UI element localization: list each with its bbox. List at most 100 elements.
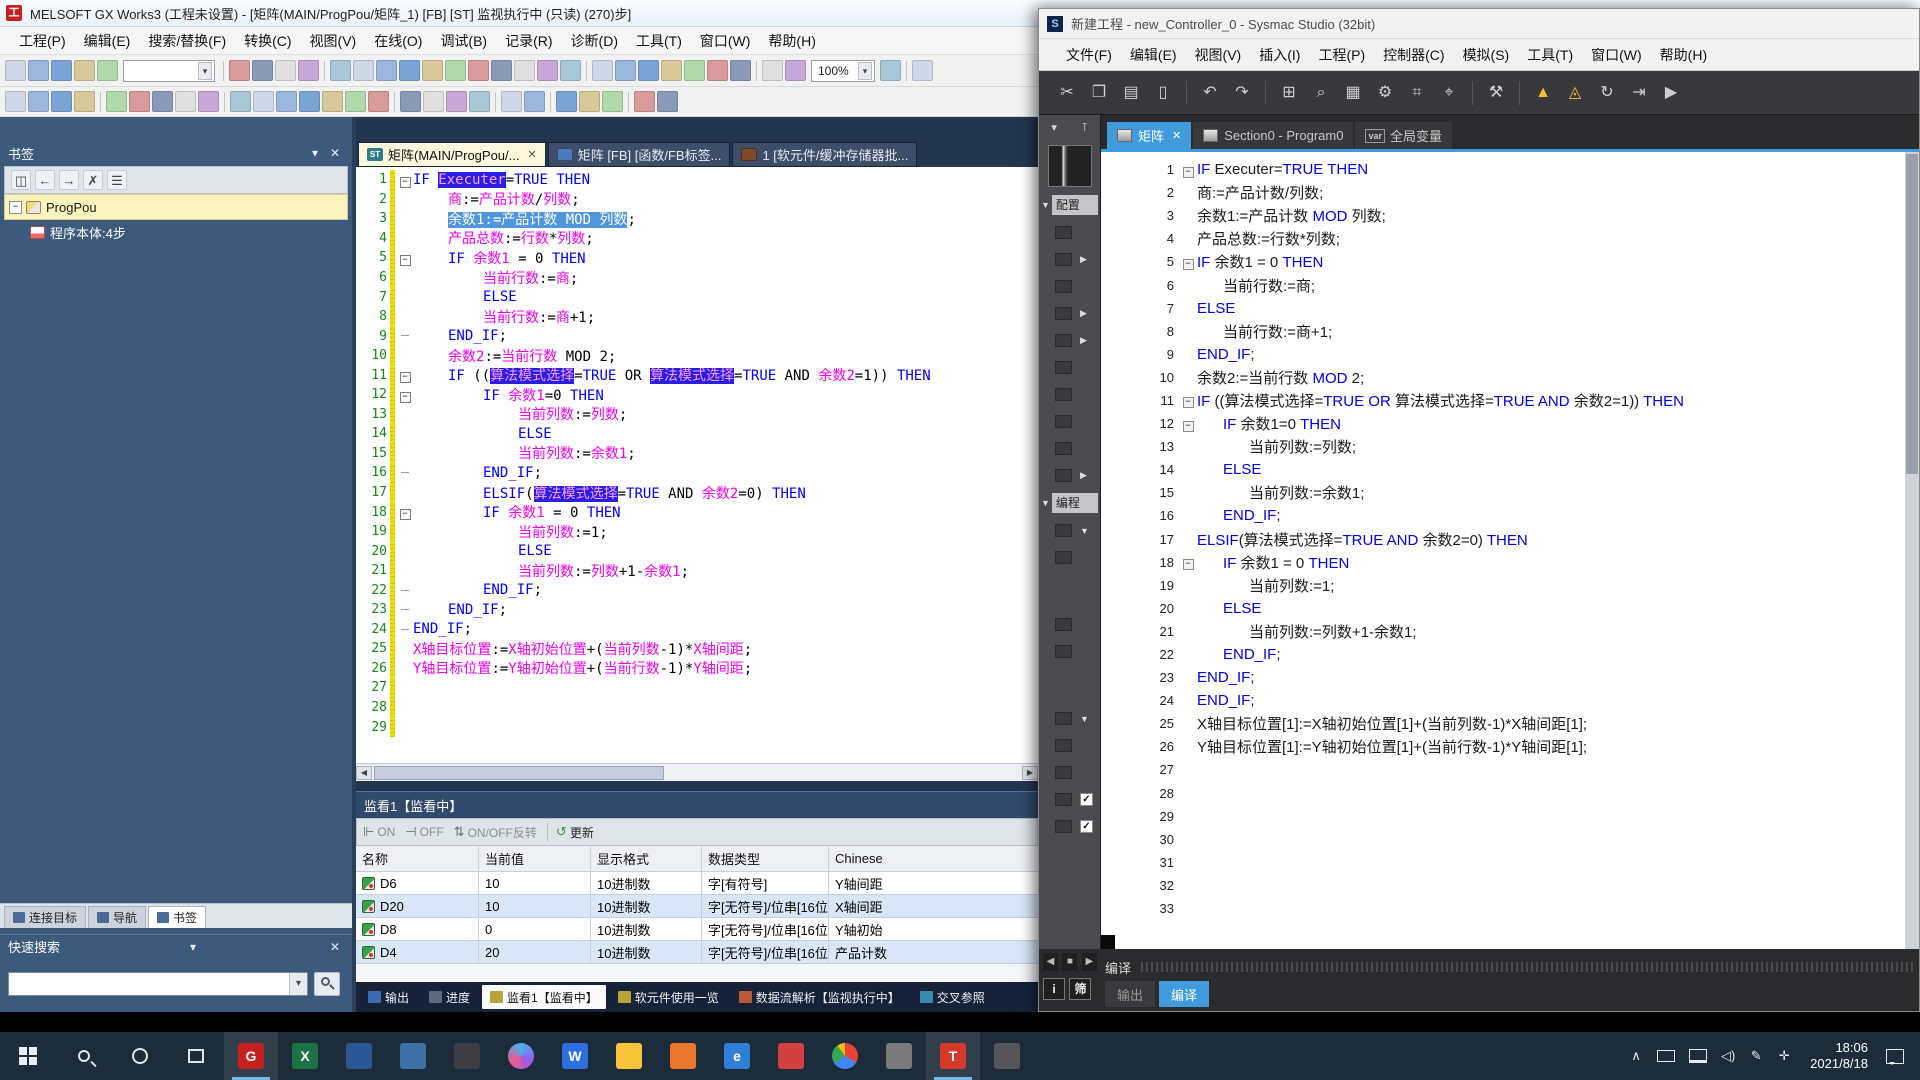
gx-menu-item[interactable]: 视图(V) <box>301 27 366 55</box>
fold-marker[interactable]: − <box>397 366 413 384</box>
quick-search-input[interactable]: ▾ <box>8 972 308 996</box>
rail-item[interactable] <box>1039 732 1100 759</box>
taskbar-search-button[interactable] <box>56 1032 112 1080</box>
sysmac-titlebar[interactable]: S 新建工程 - new_Controller_0 - Sysmac Studi… <box>1039 9 1919 39</box>
rail-item[interactable] <box>1039 381 1100 408</box>
gx-toolbar-icon[interactable] <box>152 91 173 112</box>
step-icon[interactable]: ⇥ <box>1626 80 1652 106</box>
sysmac-vertical-scrollbar[interactable] <box>1905 152 1919 949</box>
gx-menu-item[interactable]: 编辑(E) <box>75 27 140 55</box>
output-tab[interactable]: 监看1【监看中】 <box>482 985 606 1009</box>
gx-menu-item[interactable]: 调试(B) <box>431 27 496 55</box>
gx-toolbar-icon[interactable] <box>762 60 783 81</box>
rail-item[interactable] <box>1039 408 1100 435</box>
gx-toolbar-icon[interactable] <box>514 60 535 81</box>
watch-invert-button[interactable]: ⇅ON/OFF反转 <box>454 824 537 841</box>
sysmac-menu-item[interactable]: 插入(I) <box>1250 41 1309 69</box>
fold-marker[interactable]: − <box>1179 415 1197 433</box>
gx-toolbar-icon[interactable] <box>446 91 467 112</box>
gx-menu-item[interactable]: 转换(C) <box>235 27 300 55</box>
gx-toolbar-icon[interactable] <box>175 91 196 112</box>
taskbar-app-image-viewer[interactable] <box>386 1032 440 1080</box>
sort-icon[interactable]: ☰ <box>107 170 127 190</box>
sysmac-menu-item[interactable]: 编辑(E) <box>1121 41 1186 69</box>
rail-item[interactable]: ✓ <box>1039 813 1100 840</box>
column-header[interactable]: 显示格式 <box>591 846 702 871</box>
column-header[interactable]: 数据类型 <box>702 846 829 871</box>
build-tab-编译[interactable]: 编译 <box>1159 981 1209 1007</box>
settings-icon[interactable]: ⚙ <box>1372 80 1398 106</box>
gx-toolbar-icon[interactable] <box>5 60 26 81</box>
gx-toolbar-icon[interactable] <box>634 91 655 112</box>
start-button[interactable] <box>0 1032 56 1080</box>
paste-icon[interactable]: ▤ <box>1118 80 1144 106</box>
gx-toolbar-icon[interactable] <box>524 91 545 112</box>
dock-tab-item[interactable]: 导航 <box>88 906 146 928</box>
delete-bookmark-icon[interactable]: ✗ <box>83 170 103 190</box>
pin-icon[interactable]: ▾ <box>184 940 202 954</box>
watch-row[interactable]: D61010进制数字[有符号]Y轴间距 <box>356 872 1038 895</box>
sysmac-editor-tab[interactable]: Section0 - Program0 <box>1193 122 1353 149</box>
close-icon[interactable]: ✕ <box>1172 129 1181 142</box>
gx-toolbar-icon[interactable] <box>399 60 420 81</box>
gx-toolbar-icon[interactable] <box>501 91 522 112</box>
search-icon[interactable]: ⌕ <box>1308 80 1334 106</box>
dock-tab-active[interactable]: 书签 <box>148 906 206 928</box>
gx-toolbar-icon[interactable] <box>51 91 72 112</box>
dropdown-arrow-icon[interactable]: ▾ <box>289 973 307 995</box>
network-icon[interactable] <box>1689 1049 1707 1063</box>
close-icon[interactable]: ✕ <box>527 148 536 161</box>
nav-right-icon[interactable]: ▶ <box>1082 953 1097 971</box>
taskbar-app-wps-office[interactable]: W <box>548 1032 602 1080</box>
variables-icon[interactable]: ⌗ <box>1404 80 1430 106</box>
gx-toolbar-icon[interactable] <box>560 60 581 81</box>
tree-item-program-body[interactable]: 程序本体:4步 <box>4 220 348 244</box>
rail-item[interactable] <box>1039 219 1100 246</box>
taskbar-app-app-grid[interactable] <box>872 1032 926 1080</box>
collapse-icon[interactable]: − <box>9 201 22 214</box>
gx-toolbar-icon[interactable] <box>299 91 320 112</box>
dropdown-arrow-icon[interactable]: ▾ <box>858 62 872 80</box>
rail-item[interactable]: ▼ <box>1039 517 1100 544</box>
forward-icon[interactable]: → <box>59 170 79 190</box>
gx-menu-item[interactable]: 记录(R) <box>496 27 561 55</box>
editor-tab[interactable]: ST矩阵(MAIN/ProgPou/...✕ <box>358 142 546 167</box>
controller-thumbnail[interactable] <box>1048 145 1092 187</box>
tray-chevron-icon[interactable]: ∧ <box>1622 1048 1650 1064</box>
gx-toolbar-icon[interactable] <box>661 60 682 81</box>
rail-item[interactable]: ▶ <box>1039 462 1100 489</box>
zoom-level-select[interactable]: 100%▾ <box>811 60 875 82</box>
pin-icon[interactable]: ▾ <box>306 146 324 160</box>
checked-checkbox[interactable]: ✓ <box>1080 793 1093 806</box>
delete-icon[interactable]: ▯ <box>1150 80 1176 106</box>
build-icon[interactable]: ⚒ <box>1483 80 1509 106</box>
output-tab[interactable]: 数据流解析【监视执行中】 <box>731 985 908 1009</box>
gx-toolbar-icon[interactable] <box>276 91 297 112</box>
expand-down-icon[interactable]: ▼ <box>1080 714 1089 724</box>
taskbar-app-excel[interactable]: X <box>278 1032 332 1080</box>
toolbar-combobox[interactable]: ▾ <box>123 60 215 82</box>
gx-toolbar-icon[interactable] <box>230 91 251 112</box>
taskbar-app-edge-browser[interactable]: e <box>710 1032 764 1080</box>
gx-toolbar-icon[interactable] <box>912 60 933 81</box>
gx-toolbar-icon[interactable] <box>469 91 490 112</box>
gx-toolbar-icon[interactable] <box>638 60 659 81</box>
gx-toolbar-icon[interactable] <box>28 91 49 112</box>
gx-toolbar-icon[interactable] <box>537 60 558 81</box>
taskbar-app-media-app[interactable] <box>440 1032 494 1080</box>
gx-toolbar-icon[interactable] <box>422 60 443 81</box>
gx-toolbar-icon[interactable] <box>229 60 250 81</box>
gx-toolbar-icon[interactable] <box>684 60 705 81</box>
gx-menu-item[interactable]: 工程(P) <box>10 27 75 55</box>
cut-icon[interactable]: ✂ <box>1054 80 1080 106</box>
sysmac-st-code-editor[interactable]: 1−IF Executer=TRUE THEN2商:=产品计数/列数;3余数1:… <box>1101 152 1905 949</box>
gx-toolbar-icon[interactable] <box>74 91 95 112</box>
gx-toolbar-icon[interactable] <box>556 91 577 112</box>
tree-item-progpou[interactable]: −ProgPou <box>4 194 348 220</box>
sysmac-menu-item[interactable]: 工程(P) <box>1309 41 1374 69</box>
taskbar-app-chrome[interactable] <box>818 1032 872 1080</box>
gx-toolbar-icon[interactable] <box>400 91 421 112</box>
expand-right-icon[interactable]: ▶ <box>1080 335 1087 346</box>
sysmac-editor-tab[interactable]: 矩阵✕ <box>1107 122 1191 149</box>
gx-toolbar-icon[interactable] <box>253 91 274 112</box>
